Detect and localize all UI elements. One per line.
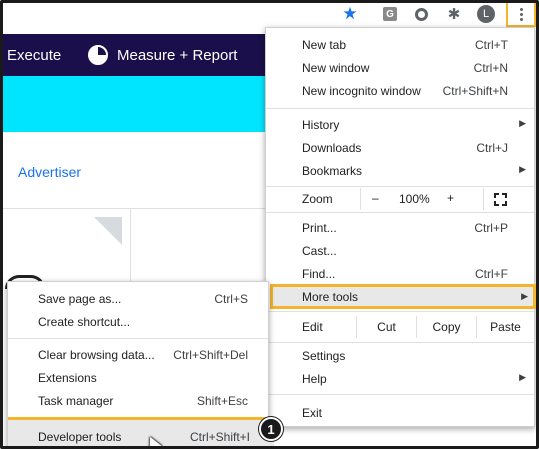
edit-label: Edit bbox=[302, 320, 323, 334]
submenu-item-save-page[interactable]: Save page as... Ctrl+S bbox=[8, 288, 268, 310]
menu-item-exit[interactable]: Exit bbox=[266, 402, 534, 424]
chrome-menu-button[interactable] bbox=[506, 3, 536, 27]
menu-separator bbox=[266, 108, 534, 109]
menu-item-shortcut: Ctrl+F bbox=[475, 267, 508, 281]
menu-item-label: Help bbox=[302, 372, 327, 386]
menu-item-new-incognito[interactable]: New incognito window Ctrl+Shift+N bbox=[266, 80, 534, 102]
cut-button[interactable]: Cut bbox=[356, 316, 416, 338]
menu-item-shortcut: Ctrl+S bbox=[214, 292, 248, 306]
screenshot-frame: ★ G ✱ L Execute Measure + Report Adverti… bbox=[0, 0, 539, 449]
menu-item-shortcut: Ctrl+Shift+N bbox=[442, 84, 508, 98]
profile-avatar[interactable]: L bbox=[477, 5, 495, 23]
menu-separator bbox=[266, 394, 534, 395]
submenu-item-developer-tools[interactable]: Developer tools Ctrl+Shift+I bbox=[8, 417, 274, 446]
menu-item-help[interactable]: Help ▶ bbox=[266, 368, 534, 390]
menu-item-label: New window bbox=[302, 61, 370, 75]
menu-item-label: Create shortcut... bbox=[38, 315, 131, 329]
menu-item-label: Find... bbox=[302, 267, 336, 281]
menu-item-label: Developer tools bbox=[38, 430, 122, 444]
submenu-arrow-icon: ▶ bbox=[519, 118, 526, 128]
menu-separator bbox=[266, 342, 534, 343]
menu-zoom-row: Zoom – 100% + bbox=[266, 188, 534, 210]
advertiser-link[interactable]: Advertiser bbox=[18, 164, 81, 180]
paste-button[interactable]: Paste bbox=[476, 316, 534, 338]
submenu-arrow-icon: ▶ bbox=[519, 372, 526, 382]
browser-toolbar: ★ G ✱ L bbox=[3, 3, 536, 27]
menu-item-shortcut: Ctrl+Shift+Del bbox=[173, 348, 248, 362]
card-corner-fold bbox=[94, 217, 122, 245]
menu-separator bbox=[266, 212, 534, 213]
zoom-out-button[interactable]: – bbox=[372, 191, 379, 205]
menu-item-label: Save page as... bbox=[38, 292, 122, 306]
nav-execute-link[interactable]: Execute bbox=[7, 47, 61, 64]
pie-chart-icon bbox=[88, 45, 108, 65]
submenu-item-extensions[interactable]: Extensions bbox=[8, 367, 268, 389]
g-extension-icon[interactable]: G bbox=[383, 7, 397, 21]
menu-item-find[interactable]: Find... Ctrl+F bbox=[266, 263, 534, 285]
submenu-arrow-icon: ▶ bbox=[519, 164, 526, 174]
menu-item-label: New incognito window bbox=[302, 84, 421, 98]
copy-button[interactable]: Copy bbox=[416, 316, 476, 338]
menu-item-shortcut: Shift+Esc bbox=[196, 394, 248, 408]
more-tools-submenu: Save page as... Ctrl+S Create shortcut..… bbox=[7, 281, 274, 446]
nav-measure-report-link[interactable]: Measure + Report bbox=[117, 47, 237, 64]
zoom-label: Zoom bbox=[302, 192, 333, 206]
circle-extension-icon[interactable] bbox=[413, 6, 429, 22]
menu-item-settings[interactable]: Settings bbox=[266, 345, 534, 367]
menu-item-label: Clear browsing data... bbox=[38, 348, 155, 362]
zoom-level: 100% bbox=[399, 192, 430, 206]
menu-item-label: Settings bbox=[302, 349, 346, 363]
submenu-arrow-icon: ▶ bbox=[521, 291, 528, 301]
menu-item-history[interactable]: History ▶ bbox=[266, 114, 534, 136]
menu-item-label: New tab bbox=[302, 38, 347, 52]
page-spacer bbox=[3, 132, 273, 150]
kebab-menu-icon bbox=[519, 7, 523, 21]
menu-item-label: Extensions bbox=[38, 371, 97, 385]
menu-item-label: More tools bbox=[302, 290, 359, 304]
submenu-item-clear-browsing-data[interactable]: Clear browsing data... Ctrl+Shift+Del bbox=[8, 344, 268, 366]
menu-item-label: Print... bbox=[302, 221, 337, 235]
page-divider bbox=[3, 208, 273, 209]
menu-separator bbox=[266, 186, 534, 187]
step-number-badge: 1 bbox=[259, 417, 283, 441]
column-divider bbox=[130, 209, 131, 289]
menu-item-label: Cast... bbox=[302, 244, 337, 258]
page-banner bbox=[3, 76, 273, 132]
menu-item-shortcut: Ctrl+Shift+I bbox=[189, 430, 250, 444]
menu-edit-row: Edit Cut Copy Paste bbox=[266, 316, 534, 338]
menu-item-shortcut: Ctrl+N bbox=[473, 61, 508, 75]
submenu-item-task-manager[interactable]: Task manager Shift+Esc bbox=[8, 390, 268, 412]
menu-item-cast[interactable]: Cast... bbox=[266, 240, 534, 262]
menu-item-new-tab[interactable]: New tab Ctrl+T bbox=[266, 34, 534, 56]
menu-item-label: Downloads bbox=[302, 141, 362, 155]
menu-item-label: Exit bbox=[302, 406, 323, 420]
zoom-in-button[interactable]: + bbox=[447, 191, 454, 205]
menu-item-label: History bbox=[302, 118, 340, 132]
submenu-item-create-shortcut[interactable]: Create shortcut... bbox=[8, 311, 268, 333]
menu-item-more-tools[interactable]: More tools ▶ bbox=[270, 284, 536, 309]
menu-item-shortcut: Ctrl+T bbox=[475, 38, 508, 52]
menu-item-bookmarks[interactable]: Bookmarks ▶ bbox=[266, 160, 534, 182]
menu-separator bbox=[266, 311, 534, 312]
menu-item-shortcut: Ctrl+P bbox=[474, 221, 508, 235]
menu-item-print[interactable]: Print... Ctrl+P bbox=[266, 217, 534, 239]
menu-item-new-window[interactable]: New window Ctrl+N bbox=[266, 57, 534, 79]
bookmark-star-icon[interactable]: ★ bbox=[342, 5, 358, 22]
menu-item-shortcut: Ctrl+J bbox=[476, 141, 508, 155]
menu-item-label: Bookmarks bbox=[302, 164, 363, 178]
chrome-main-menu: New tab Ctrl+T New window Ctrl+N New inc… bbox=[265, 27, 536, 427]
fullscreen-icon[interactable] bbox=[494, 193, 507, 206]
page-navbar: Execute Measure + Report bbox=[3, 34, 273, 76]
menu-separator bbox=[8, 338, 268, 339]
menu-item-downloads[interactable]: Downloads Ctrl+J bbox=[266, 137, 534, 159]
puzzle-icon[interactable]: ✱ bbox=[446, 6, 462, 23]
menu-item-label: Task manager bbox=[38, 394, 114, 408]
